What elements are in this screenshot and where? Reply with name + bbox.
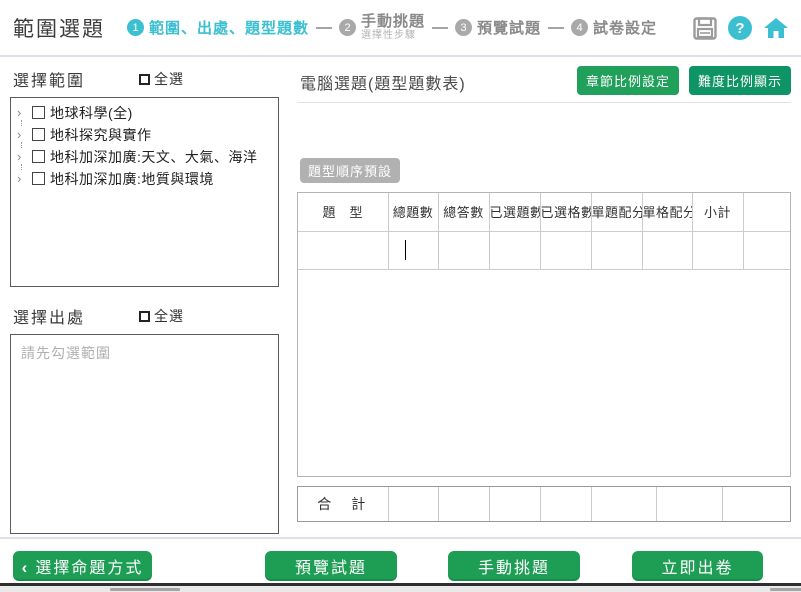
- totals-cell: [540, 487, 591, 521]
- chevron-right-icon[interactable]: [17, 129, 29, 141]
- tree-item-label: 地科加深加廣:天文、大氣、海洋: [50, 147, 257, 167]
- totals-cell: [388, 487, 438, 521]
- source-placeholder: 請先勾選範圍: [21, 343, 268, 363]
- totals-cell: [591, 487, 656, 521]
- step-indicator: 1 範圍、出處、題型題數 2 手動挑題 選擇性步驟 3 預覽試題 4 試卷設定: [127, 14, 657, 42]
- footer-divider: [0, 537, 801, 539]
- preview-questions-button[interactable]: 預覽試題: [265, 551, 397, 581]
- step-1-number: 1: [127, 19, 144, 36]
- tree-item-checkbox[interactable]: [32, 128, 45, 141]
- totals-cell: [489, 487, 540, 521]
- cell-total-answers[interactable]: [438, 231, 489, 269]
- source-select-all-checkbox[interactable]: [139, 311, 150, 322]
- help-icon[interactable]: [728, 16, 752, 40]
- col-score-per-cell: 單格配分: [642, 193, 692, 231]
- col-total-questions: 總題數: [388, 193, 438, 231]
- cell-score-per-cell[interactable]: [642, 231, 692, 269]
- step-2-sublabel: 選擇性步驟: [361, 30, 425, 41]
- col-subtotal: 小計: [692, 193, 743, 231]
- chapter-ratio-button[interactable]: 章節比例設定: [577, 66, 679, 95]
- main-title: 電腦選題(題型題數表): [300, 70, 466, 94]
- step-divider: [432, 27, 448, 29]
- question-order-preset-badge[interactable]: 題型順序預設: [300, 158, 400, 183]
- col-question-type: 題 型: [298, 193, 388, 231]
- header-bar: 範圍選題 1 範圍、出處、題型題數 2 手動挑題 選擇性步驟 3 預覽試題 4: [0, 0, 801, 57]
- question-type-table-container: 題 型 總題數 總答數 已選題數 已選格數 單題配分 單格配分 小計: [297, 192, 791, 477]
- section-divider: [297, 102, 791, 103]
- step-3-number: 3: [455, 19, 472, 36]
- tree-item-label: 地科加深加廣:地質與環境: [50, 169, 214, 189]
- main-panel: 電腦選題(題型題數表) 章節比例設定 難度比例顯示 題型順序預設 題 型 總題數…: [297, 62, 791, 524]
- cell-total-questions[interactable]: [388, 231, 438, 269]
- step-divider: [316, 27, 332, 29]
- tree-item-label: 地科探究與實作: [50, 125, 152, 145]
- table-header-row: 題 型 總題數 總答數 已選題數 已選格數 單題配分 單格配分 小計: [298, 193, 790, 231]
- totals-table: 合 計: [298, 487, 790, 521]
- totals-cell: [438, 487, 489, 521]
- source-section-title: 選擇出處: [10, 304, 139, 328]
- col-selected-questions: 已選題數: [489, 193, 540, 231]
- step-3-label: 預覽試題: [477, 17, 541, 38]
- totals-row: 合 計: [298, 487, 790, 521]
- step-3: 3 預覽試題: [455, 17, 541, 38]
- chevron-right-icon[interactable]: [17, 173, 29, 185]
- range-select-all-label: 全選: [154, 69, 184, 89]
- app-window: 範圍選題 1 範圍、出處、題型題數 2 手動挑題 選擇性步驟 3 預覽試題 4: [0, 0, 801, 592]
- source-section-header: 選擇出處 全選: [10, 303, 279, 329]
- cutoff-content: [770, 588, 801, 591]
- totals-cell: [656, 487, 722, 521]
- step-4: 4 試卷設定: [571, 17, 657, 38]
- chevron-right-icon[interactable]: [17, 107, 29, 119]
- manual-pick-button[interactable]: 手動挑題: [448, 551, 580, 581]
- text-caret: [405, 240, 406, 260]
- step-2: 2 手動挑題 選擇性步驟: [339, 14, 425, 42]
- col-total-answers: 總答數: [438, 193, 489, 231]
- cell-selected-questions[interactable]: [489, 231, 540, 269]
- col-empty: [743, 193, 790, 231]
- col-score-per-question: 單題配分: [591, 193, 642, 231]
- tree-item[interactable]: 地球科學(全): [17, 103, 274, 122]
- cell-selected-cells[interactable]: [540, 231, 591, 269]
- page-title: 範圍選題: [13, 13, 105, 43]
- back-to-method-button[interactable]: 選擇命題方式: [13, 551, 152, 581]
- cell-score-per-question[interactable]: [591, 231, 642, 269]
- cell-empty: [743, 231, 790, 269]
- difficulty-ratio-button[interactable]: 難度比例顯示: [689, 66, 791, 95]
- question-type-table: 題 型 總題數 總答數 已選題數 已選格數 單題配分 單格配分 小計: [298, 193, 790, 270]
- range-section-title: 選擇範圍: [10, 67, 139, 91]
- col-selected-cells: 已選格數: [540, 193, 591, 231]
- range-tree[interactable]: 地球科學(全) 地科探究與實作 地科加深加廣:天文、大氣、海洋 地科加深加廣:地…: [10, 97, 279, 287]
- tree-item[interactable]: 地科加深加廣:天文、大氣、海洋: [17, 147, 274, 166]
- step-1-label: 範圍、出處、題型題數: [149, 17, 309, 38]
- step-divider: [548, 27, 564, 29]
- home-icon[interactable]: [763, 16, 789, 40]
- range-section-header: 選擇範圍 全選: [10, 66, 279, 92]
- step-2-number: 2: [339, 19, 356, 36]
- step-4-label: 試卷設定: [593, 17, 657, 38]
- tree-item-checkbox[interactable]: [32, 106, 45, 119]
- step-2-label: 手動挑題: [361, 14, 425, 31]
- totals-cell: [722, 487, 790, 521]
- source-select-all-label: 全選: [154, 306, 184, 326]
- cell-subtotal[interactable]: [692, 231, 743, 269]
- tree-item-checkbox[interactable]: [32, 172, 45, 185]
- generate-paper-button[interactable]: 立即出卷: [632, 551, 763, 581]
- totals-row-container: 合 計: [297, 486, 791, 522]
- table-row: [298, 231, 790, 269]
- range-select-all-checkbox[interactable]: [139, 74, 150, 85]
- tree-item-checkbox[interactable]: [32, 150, 45, 163]
- totals-label: 合 計: [298, 487, 388, 521]
- tree-item[interactable]: 地科探究與實作: [17, 125, 274, 144]
- cutoff-content: [0, 586, 801, 592]
- source-list[interactable]: 請先勾選範圍: [10, 334, 279, 534]
- tree-item-label: 地球科學(全): [50, 103, 133, 123]
- cutoff-content: [110, 588, 180, 591]
- cell-question-type[interactable]: [298, 231, 388, 269]
- step-1: 1 範圍、出處、題型題數: [127, 17, 309, 38]
- save-icon[interactable]: [693, 17, 717, 40]
- step-4-number: 4: [571, 19, 588, 36]
- tree-item[interactable]: 地科加深加廣:地質與環境: [17, 169, 274, 188]
- chevron-right-icon[interactable]: [17, 151, 29, 163]
- left-panel: 選擇範圍 全選 地球科學(全) 地科探究與實作 地科加深加廣:天文、大氣、: [10, 66, 279, 534]
